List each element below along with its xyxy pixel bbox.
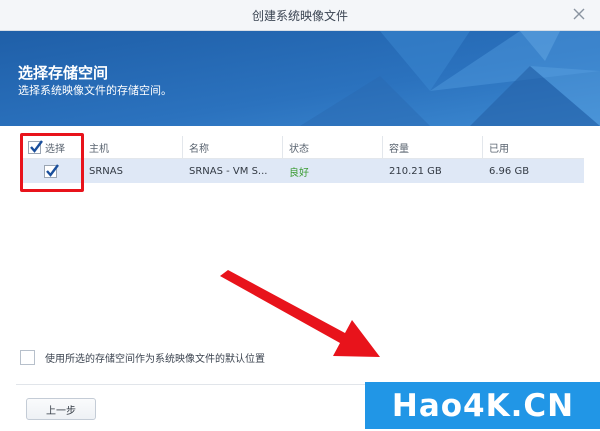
default-location-option[interactable]: 使用所选的存储空间作为系统映像文件的默认位置 — [20, 350, 265, 365]
previous-button[interactable]: 上一步 — [26, 398, 96, 420]
watermark: Hao4K.CN — [365, 382, 600, 429]
default-location-checkbox[interactable] — [20, 350, 35, 365]
default-location-label: 使用所选的存储空间作为系统映像文件的默认位置 — [45, 354, 265, 365]
watermark-text: Hao4K.CN — [391, 387, 575, 424]
